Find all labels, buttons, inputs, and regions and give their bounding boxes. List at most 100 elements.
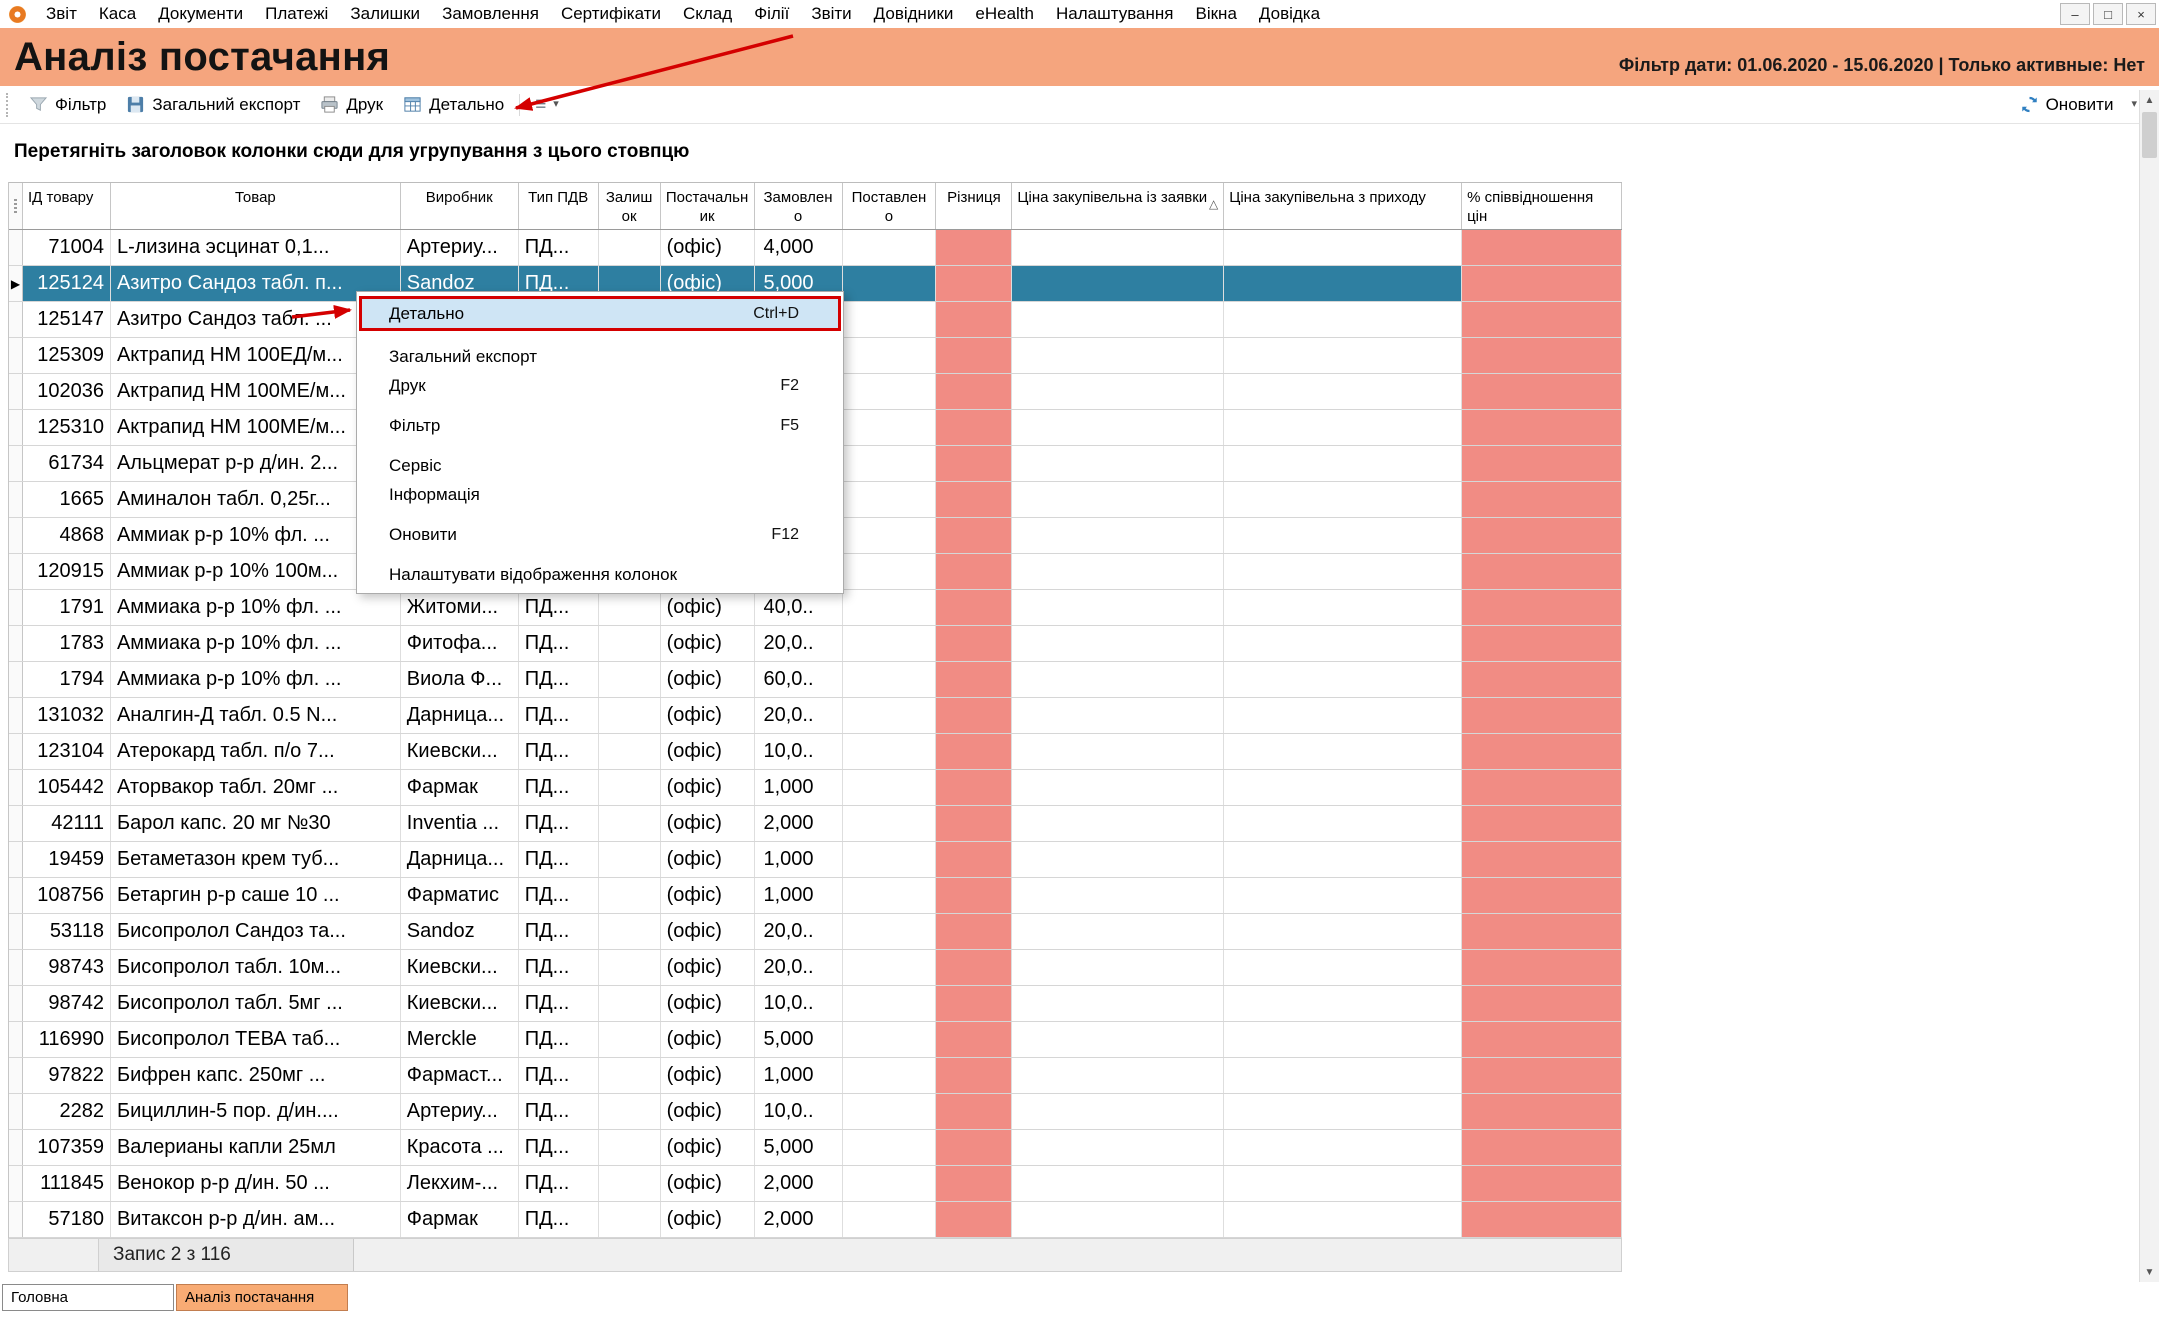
scroll-down-icon[interactable]: ▼ — [2140, 1262, 2159, 1282]
column-header-typ_pdv[interactable]: Тип ПДВ — [519, 183, 599, 229]
table-row[interactable]: 2282Бициллин-5 пор. д/ин....Артериу...ПД… — [9, 1094, 1622, 1130]
table-row[interactable]: 53118Бисопролол Сандоз та...SandozПД...(… — [9, 914, 1622, 950]
menubar-item-platezhi[interactable]: Платежі — [254, 4, 339, 24]
menubar-item-filii[interactable]: Філії — [743, 4, 800, 24]
cell-postachalnyk: (офіс) — [661, 1166, 755, 1201]
table-row[interactable]: 98743Бисопролол табл. 10м...Киевски...ПД… — [9, 950, 1622, 986]
column-header-vyrobnyk[interactable]: Виробник — [401, 183, 519, 229]
menubar-item-sklad[interactable]: Склад — [672, 4, 743, 24]
row-indicator: ▶ — [9, 266, 23, 301]
table-row[interactable]: 123104Атерокард табл. п/о 7...Киевски...… — [9, 734, 1622, 770]
tab-holovna[interactable]: Головна — [2, 1284, 174, 1311]
column-header-riznytsia[interactable]: Різниця — [936, 183, 1012, 229]
cell-tsina_zayavky — [1012, 518, 1224, 553]
scroll-up-icon[interactable]: ▲ — [2140, 90, 2159, 110]
row-indicator — [9, 770, 23, 805]
cell-typ_pdv: ПД... — [519, 698, 599, 733]
cell-tsina_prykhodu — [1224, 626, 1462, 661]
cell-id: 1794 — [23, 662, 111, 697]
cell-tsina_prykhodu — [1224, 482, 1462, 517]
column-header-pct_spivvidnoshennia[interactable]: % співвідношення цін — [1462, 183, 1622, 229]
menubar-item-dokumenty[interactable]: Документи — [147, 4, 254, 24]
cell-id: 1665 — [23, 482, 111, 517]
cell-zamovleno: 5,000 — [755, 1022, 843, 1057]
context-menu-item-configure-columns[interactable]: Налаштувати відображення колонок — [359, 560, 841, 589]
cell-zalyshok — [599, 230, 661, 265]
column-header-zamovleno[interactable]: Замовлено — [755, 183, 843, 229]
cell-zamovleno: 10,0.. — [755, 734, 843, 769]
table-row[interactable]: 116990Бисопролол ТЕВА таб...MerckleПД...… — [9, 1022, 1622, 1058]
close-button[interactable]: × — [2126, 3, 2156, 25]
detail-button[interactable]: Детально — [395, 91, 512, 119]
minimize-button[interactable]: – — [2060, 3, 2090, 25]
row-indicator — [9, 554, 23, 589]
menubar-item-zvity[interactable]: Звіти — [800, 4, 862, 24]
cell-tovar: Аммиака р-р 10% фл. ... — [111, 662, 401, 697]
menubar-item-zalyshky[interactable]: Залишки — [339, 4, 431, 24]
refresh-button[interactable]: Оновити — [2012, 91, 2122, 119]
column-header-label: Виробник — [426, 189, 493, 208]
cell-pct_spivvidnoshennia — [1462, 986, 1622, 1021]
table-row[interactable]: 107359Валерианы капли 25млКрасота ...ПД.… — [9, 1130, 1622, 1166]
table-row[interactable]: 42111Барол капс. 20 мг №30Inventia ...ПД… — [9, 806, 1622, 842]
table-row[interactable]: 1783Аммиака р-р 10% фл. ...Фитофа...ПД..… — [9, 626, 1622, 662]
table-row[interactable]: 111845Венокор р-р д/ин. 50 ...Лекхим-...… — [9, 1166, 1622, 1202]
tab-analiz-postachannia[interactable]: Аналіз постачання — [176, 1284, 348, 1311]
table-row[interactable]: 131032Аналгин-Д табл. 0.5 N...Дарница...… — [9, 698, 1622, 734]
table-row[interactable]: 19459Бетаметазон крем туб...Дарница...ПД… — [9, 842, 1622, 878]
list-options-button[interactable]: ≡ ▾ — [527, 91, 567, 118]
column-header-tsina_prykhodu[interactable]: Ціна закупівельна з приходу — [1224, 183, 1462, 229]
vertical-scrollbar[interactable]: ▲ ▼ — [2139, 90, 2159, 1282]
cell-zamovleno: 1,000 — [755, 878, 843, 913]
column-header-zalyshok[interactable]: Залишок — [599, 183, 661, 229]
cell-tsina_prykhodu — [1224, 230, 1462, 265]
toolbar-overflow-chevron-icon[interactable]: ▾ — [2131, 99, 2137, 110]
cell-tsina_prykhodu — [1224, 518, 1462, 553]
column-header-tsina_zayavky[interactable]: Ціна закупівельна із заявки△ — [1012, 183, 1224, 229]
menubar-item-nalashtuvannia[interactable]: Налаштування — [1045, 4, 1185, 24]
cell-tsina_prykhodu — [1224, 698, 1462, 733]
column-header-tovar[interactable]: Товар — [111, 183, 401, 229]
restore-button[interactable]: □ — [2093, 3, 2123, 25]
table-row[interactable]: 105442Аторвакор табл. 20мг ...ФармакПД..… — [9, 770, 1622, 806]
scrollbar-thumb[interactable] — [2142, 112, 2157, 158]
table-row[interactable]: 57180Витаксон р-р д/ин. ам...ФармакПД...… — [9, 1202, 1622, 1238]
menubar-item-dovidnyky[interactable]: Довідники — [863, 4, 965, 24]
cell-zamovleno: 20,0.. — [755, 698, 843, 733]
column-header-label: Тип ПДВ — [528, 189, 588, 208]
context-menu-item-service[interactable]: Сервіс — [359, 451, 841, 480]
filter-button[interactable]: Фільтр — [21, 91, 114, 119]
context-menu-item-export[interactable]: Загальний експорт — [359, 342, 841, 371]
context-menu-item-refresh[interactable]: ОновитиF12 — [359, 520, 841, 549]
menubar-item-sertyfikaty[interactable]: Сертифікати — [550, 4, 672, 24]
menubar-item-kasa[interactable]: Каса — [88, 4, 147, 24]
context-menu-item-information[interactable]: Інформація — [359, 480, 841, 509]
column-header-postachalnyk[interactable]: Постачальник — [661, 183, 755, 229]
menubar-item-zvit[interactable]: Звіт — [35, 4, 88, 24]
context-menu-item-detail[interactable]: ДетальноCtrl+D — [359, 296, 841, 331]
menubar-item-vikna[interactable]: Вікна — [1185, 4, 1248, 24]
column-header-id[interactable]: ІД товару — [23, 183, 111, 229]
print-button[interactable]: Друк — [312, 91, 391, 119]
table-row[interactable]: 1794Аммиака р-р 10% фл. ...Виола Ф...ПД.… — [9, 662, 1622, 698]
cell-tsina_prykhodu — [1224, 338, 1462, 373]
context-menu-item-filter[interactable]: ФільтрF5 — [359, 411, 841, 440]
table-row[interactable]: 71004L-лизина эсцинат 0,1...Артериу...ПД… — [9, 230, 1622, 266]
table-row[interactable]: 97822Бифрен капс. 250мг ...Фармаст...ПД.… — [9, 1058, 1622, 1094]
cell-postachalnyk: (офіс) — [661, 914, 755, 949]
table-row[interactable]: 108756Бетаргин р-р саше 10 ...ФарматисПД… — [9, 878, 1622, 914]
table-row[interactable]: 98742Бисопролол табл. 5мг ...Киевски...П… — [9, 986, 1622, 1022]
menubar-item-zamovlennia[interactable]: Замовлення — [431, 4, 550, 24]
context-menu-item-print[interactable]: ДрукF2 — [359, 371, 841, 400]
cell-zamovleno: 2,000 — [755, 806, 843, 841]
table-row[interactable]: 1791Аммиака р-р 10% фл. ...Житоми...ПД..… — [9, 590, 1622, 626]
cell-pct_spivvidnoshennia — [1462, 1022, 1622, 1057]
menubar-item-dovidka[interactable]: Довідка — [1248, 4, 1331, 24]
export-button[interactable]: Загальний експорт — [118, 91, 308, 119]
column-header-postavleno[interactable]: Поставлено — [843, 183, 937, 229]
cell-riznytsia — [936, 1022, 1012, 1057]
cell-tsina_zayavky — [1012, 698, 1224, 733]
column-header-label: Ціна закупівельна з приходу — [1229, 189, 1426, 208]
menubar-item-ehealth[interactable]: eHealth — [964, 4, 1045, 24]
cell-tsina_zayavky — [1012, 1022, 1224, 1057]
